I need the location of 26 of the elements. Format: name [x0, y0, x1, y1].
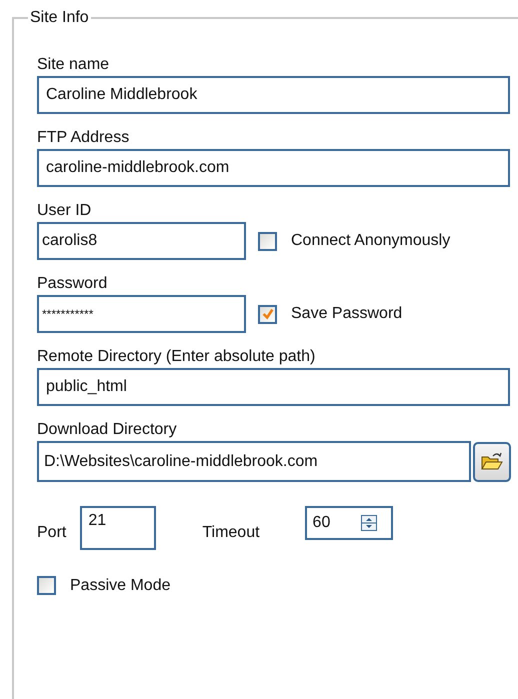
download-directory-field[interactable]: D:\Websites\caroline-middlebrook.com	[37, 441, 471, 482]
checkbox-label: Save Password	[291, 305, 402, 323]
field-label: FTP Address	[37, 129, 130, 147]
timeout-spinner[interactable]: 60	[304, 506, 393, 540]
spin-arrows-icon	[360, 515, 377, 531]
field-label: Site name	[37, 56, 110, 74]
checkbox-label: Passive Mode	[70, 576, 170, 594]
checkbox-label: Connect Anonymously	[291, 232, 450, 250]
checkbox[interactable]	[258, 232, 277, 250]
checkbox[interactable]	[37, 576, 56, 595]
field-label: Remote Directory (Enter absolute path)	[37, 348, 316, 366]
port-field[interactable]: 21	[80, 506, 156, 550]
folder-icon	[480, 450, 504, 472]
site-name-field[interactable]: Caroline Middlebrook	[37, 76, 510, 114]
field-label: Timeout	[202, 524, 260, 542]
field-label: Port	[37, 524, 66, 542]
remote-directory-field[interactable]: public_html	[37, 368, 510, 406]
browse-folder-button[interactable]	[473, 442, 511, 482]
checkmark-icon	[260, 307, 274, 321]
field-label: User ID	[37, 202, 92, 220]
password-field[interactable]: ***********	[37, 295, 246, 333]
ftp-address-field[interactable]: caroline-middlebrook.com	[37, 149, 510, 187]
field-label: Download Directory	[37, 421, 177, 439]
user-id-field[interactable]: carolis8	[37, 222, 246, 260]
checkbox[interactable]	[258, 304, 277, 324]
field-label: Password	[37, 275, 108, 293]
